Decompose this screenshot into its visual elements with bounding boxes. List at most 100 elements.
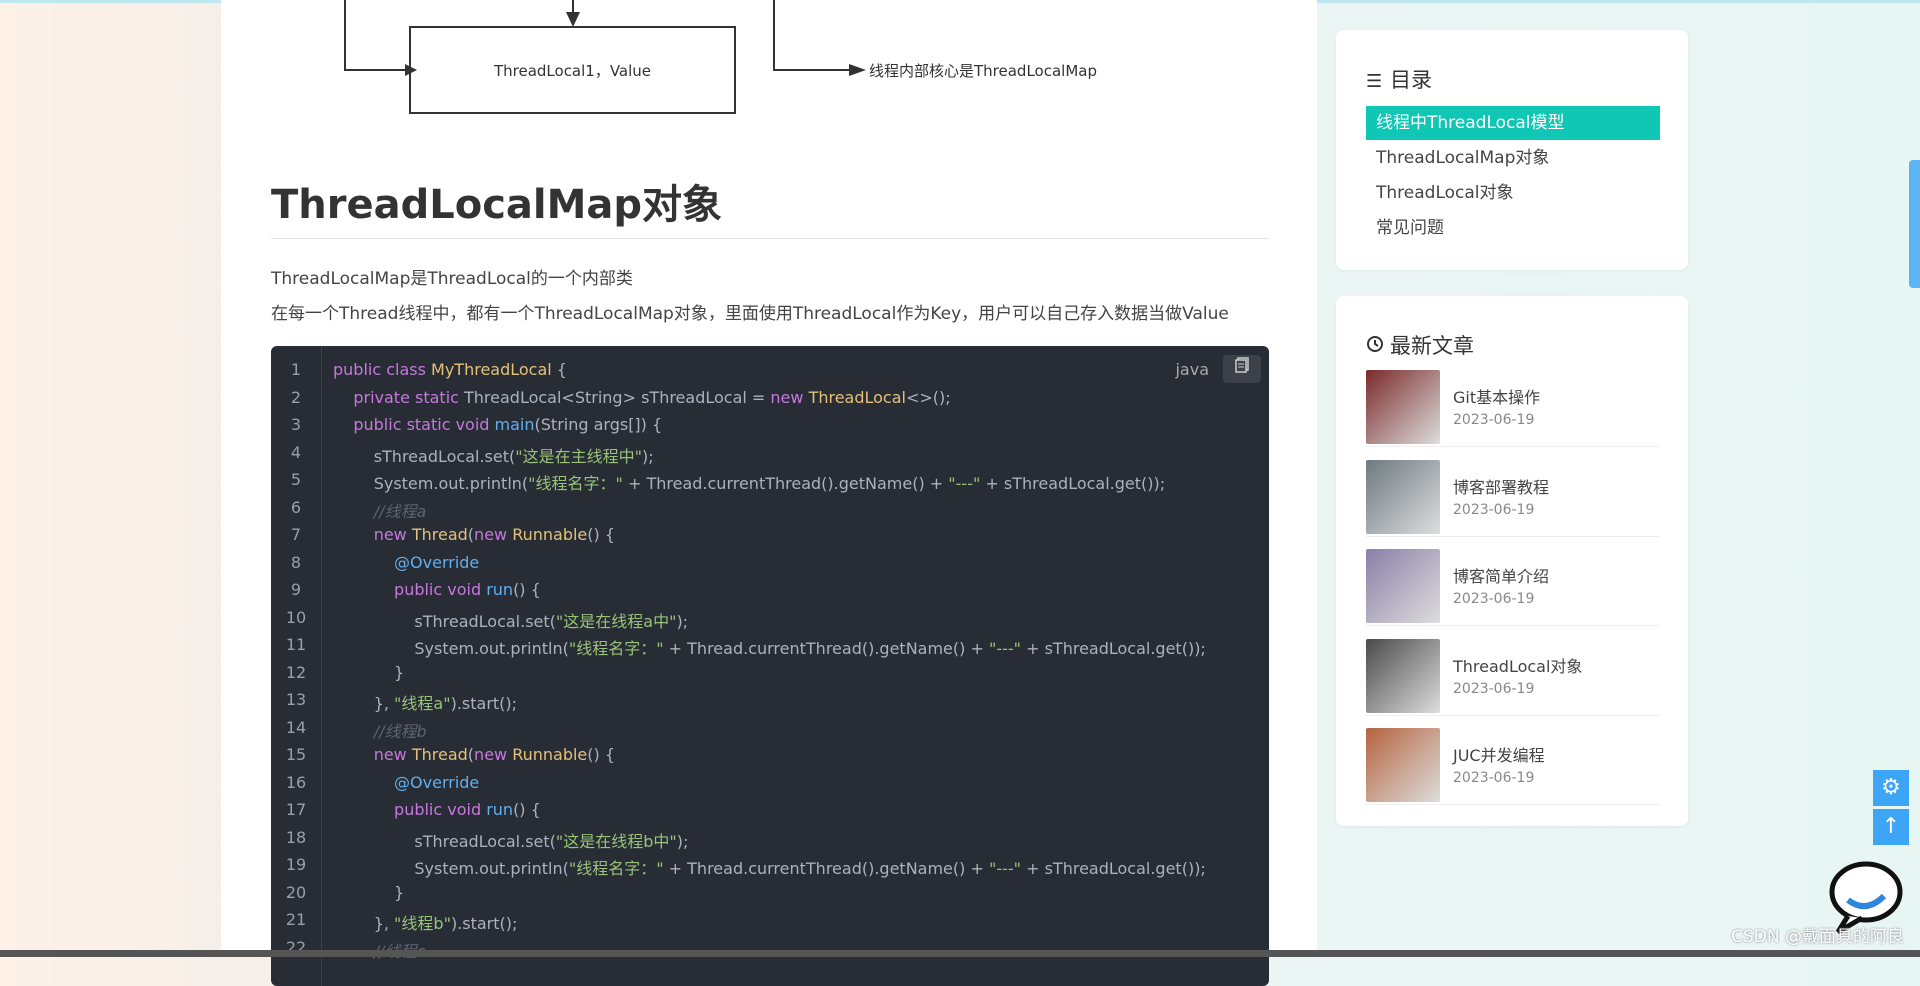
code-line: public void run() { bbox=[333, 580, 541, 599]
recent-article-item[interactable]: JUC并发编程 2023-06-19 bbox=[1366, 728, 1660, 805]
code-line: new Thread(new Runnable() { bbox=[333, 745, 615, 764]
code-token: "---" bbox=[988, 639, 1022, 658]
scrollbar-thumb[interactable] bbox=[1909, 160, 1920, 288]
toc-item[interactable]: ThreadLocal对象 bbox=[1366, 176, 1660, 210]
code-token: Runnable bbox=[512, 745, 588, 764]
code-block: 1 2 3 4 5 6 7 8 9 10 11 12 13 14 15 16 17 18 19 20 21 22 publ… bbox=[271, 346, 1269, 986]
code-line: System.out.println("线程名字：" + Thread.curr… bbox=[333, 855, 1206, 879]
code-token: } bbox=[333, 882, 405, 902]
line-number: 21 bbox=[285, 910, 307, 929]
article-date: 2023-06-19 bbox=[1453, 591, 1535, 607]
code-token: new bbox=[474, 745, 513, 764]
code-token: + sThreadLocal.get()); bbox=[1021, 859, 1206, 878]
code-token: + sThreadLocal.get()); bbox=[1021, 639, 1206, 658]
recent-article-item[interactable]: ThreadLocal对象 2023-06-19 bbox=[1366, 638, 1660, 716]
line-number: 16 bbox=[285, 772, 307, 792]
gear-icon: ⚙ bbox=[1881, 775, 1901, 800]
code-token: "这是在线程b中" bbox=[555, 831, 677, 851]
article-thumbnail[interactable] bbox=[1366, 459, 1440, 534]
code-line: sThreadLocal.set("这是在线程a中"); bbox=[333, 608, 688, 632]
code-line: //线程b bbox=[333, 718, 427, 742]
code-line: @Override bbox=[333, 553, 479, 572]
watermark: CSDN @戴面具的阿良 bbox=[1731, 927, 1904, 947]
settings-button[interactable]: ⚙ bbox=[1873, 770, 1909, 806]
toc-item[interactable]: 线程中ThreadLocal模型 bbox=[1366, 106, 1660, 140]
code-token: new bbox=[373, 745, 412, 764]
code-line: public void run() { bbox=[333, 800, 541, 819]
code-token: () { bbox=[513, 580, 541, 599]
code-token: ); bbox=[641, 446, 654, 466]
code-token: + Thread.currentThread().getName() + bbox=[663, 639, 989, 658]
line-number: 8 bbox=[290, 552, 302, 572]
recent-article-item[interactable]: Git基本操作 2023-06-19 bbox=[1366, 370, 1660, 447]
code-token: }, bbox=[333, 694, 395, 713]
code-token: @Override bbox=[394, 552, 480, 572]
code-token: sThreadLocal.set( bbox=[333, 831, 556, 851]
article-title[interactable]: 博客简单介绍 bbox=[1453, 563, 1549, 587]
code-token: ); bbox=[676, 831, 689, 851]
code-token: System.out.println( bbox=[333, 859, 569, 878]
article-date: 2023-06-19 bbox=[1453, 770, 1535, 786]
code-token: //线程a bbox=[373, 501, 427, 521]
article-thumbnail[interactable] bbox=[1366, 728, 1440, 802]
article-title[interactable]: 博客部署教程 bbox=[1453, 474, 1549, 498]
code-language-label: java bbox=[1175, 360, 1209, 379]
copy-icon bbox=[1235, 357, 1249, 377]
code-line: @Override bbox=[333, 773, 479, 792]
line-number: 13 bbox=[285, 690, 307, 709]
toc-item[interactable]: 常见问题 bbox=[1366, 211, 1660, 245]
code-line: private static ThreadLocal<String> sThre… bbox=[333, 387, 951, 407]
diagram-box-label: ThreadLocal1，Value bbox=[493, 62, 652, 80]
code-token: run bbox=[486, 580, 514, 599]
article-panel: ThreadLocal1，Value 线程内部核心是ThreadLocalMap… bbox=[221, 0, 1317, 986]
diagram-arrow-label: 线程内部核心是ThreadLocalMap bbox=[869, 62, 1097, 80]
history-icon bbox=[1366, 335, 1390, 358]
article-thumbnail[interactable] bbox=[1366, 638, 1440, 713]
recent-article-item[interactable]: 博客简单介绍 2023-06-19 bbox=[1366, 549, 1660, 626]
back-to-top-button[interactable]: ↑ bbox=[1873, 809, 1909, 845]
arrow-up-icon: ↑ bbox=[1881, 814, 1901, 839]
code-token: public static void bbox=[353, 415, 495, 434]
copy-button[interactable] bbox=[1223, 355, 1261, 383]
code-token: "---" bbox=[948, 474, 981, 493]
code-token: ).start(); bbox=[450, 914, 518, 933]
code-line: sThreadLocal.set("这是在线程b中"); bbox=[333, 828, 688, 852]
line-number: 12 bbox=[285, 662, 307, 682]
line-number: 20 bbox=[285, 882, 307, 902]
article-thumbnail[interactable] bbox=[1366, 549, 1440, 623]
line-number: 11 bbox=[285, 635, 307, 654]
article-thumbnail[interactable] bbox=[1366, 370, 1440, 444]
article-title[interactable]: ThreadLocal对象 bbox=[1453, 653, 1582, 677]
code-token: } bbox=[333, 662, 405, 682]
toc-card: ☰ 目录 线程中ThreadLocal模型 ThreadLocalMap对象 Thre… bbox=[1336, 30, 1688, 270]
code-line: } bbox=[333, 883, 404, 902]
code-line: System.out.println("线程名字：" + Thread.curr… bbox=[333, 470, 1165, 494]
code-line: public static void main(String args[]) { bbox=[333, 415, 662, 434]
article-title[interactable]: JUC并发编程 bbox=[1453, 742, 1545, 766]
line-number: 2 bbox=[290, 387, 302, 407]
code-token: }, bbox=[333, 914, 395, 933]
article-title[interactable]: Git基本操作 bbox=[1453, 384, 1540, 408]
code-token: System.out.println( bbox=[333, 639, 569, 658]
list-icon: ☰ bbox=[1366, 71, 1383, 92]
section-heading: ThreadLocalMap对象 bbox=[271, 172, 1269, 239]
code-line: new Thread(new Runnable() { bbox=[333, 525, 615, 544]
recent-article-item[interactable]: 博客部署教程 2023-06-19 bbox=[1366, 459, 1660, 537]
article-date: 2023-06-19 bbox=[1453, 412, 1535, 428]
code-token: + Thread.currentThread().getName() + bbox=[622, 474, 949, 493]
line-number: 6 bbox=[290, 497, 302, 517]
toc-item[interactable]: ThreadLocalMap对象 bbox=[1366, 141, 1660, 175]
paragraph-1: ThreadLocalMap是ThreadLocal的一个内部类 bbox=[271, 269, 633, 289]
code-token: (String args[]) { bbox=[534, 415, 663, 434]
code-token: <>(); bbox=[905, 387, 951, 407]
code-token: "这是在主线程中" bbox=[515, 446, 642, 466]
recent-articles-card: 最新文章 Git基本操作 2023-06-19 博客部署教程 2023-06-19 博客… bbox=[1336, 296, 1688, 826]
line-number: 18 bbox=[285, 827, 307, 847]
code-token: ); bbox=[676, 611, 689, 631]
paragraph-2: 在每一个Thread线程中，都有一个ThreadLocalMap对象，里面使用T… bbox=[271, 304, 1229, 324]
